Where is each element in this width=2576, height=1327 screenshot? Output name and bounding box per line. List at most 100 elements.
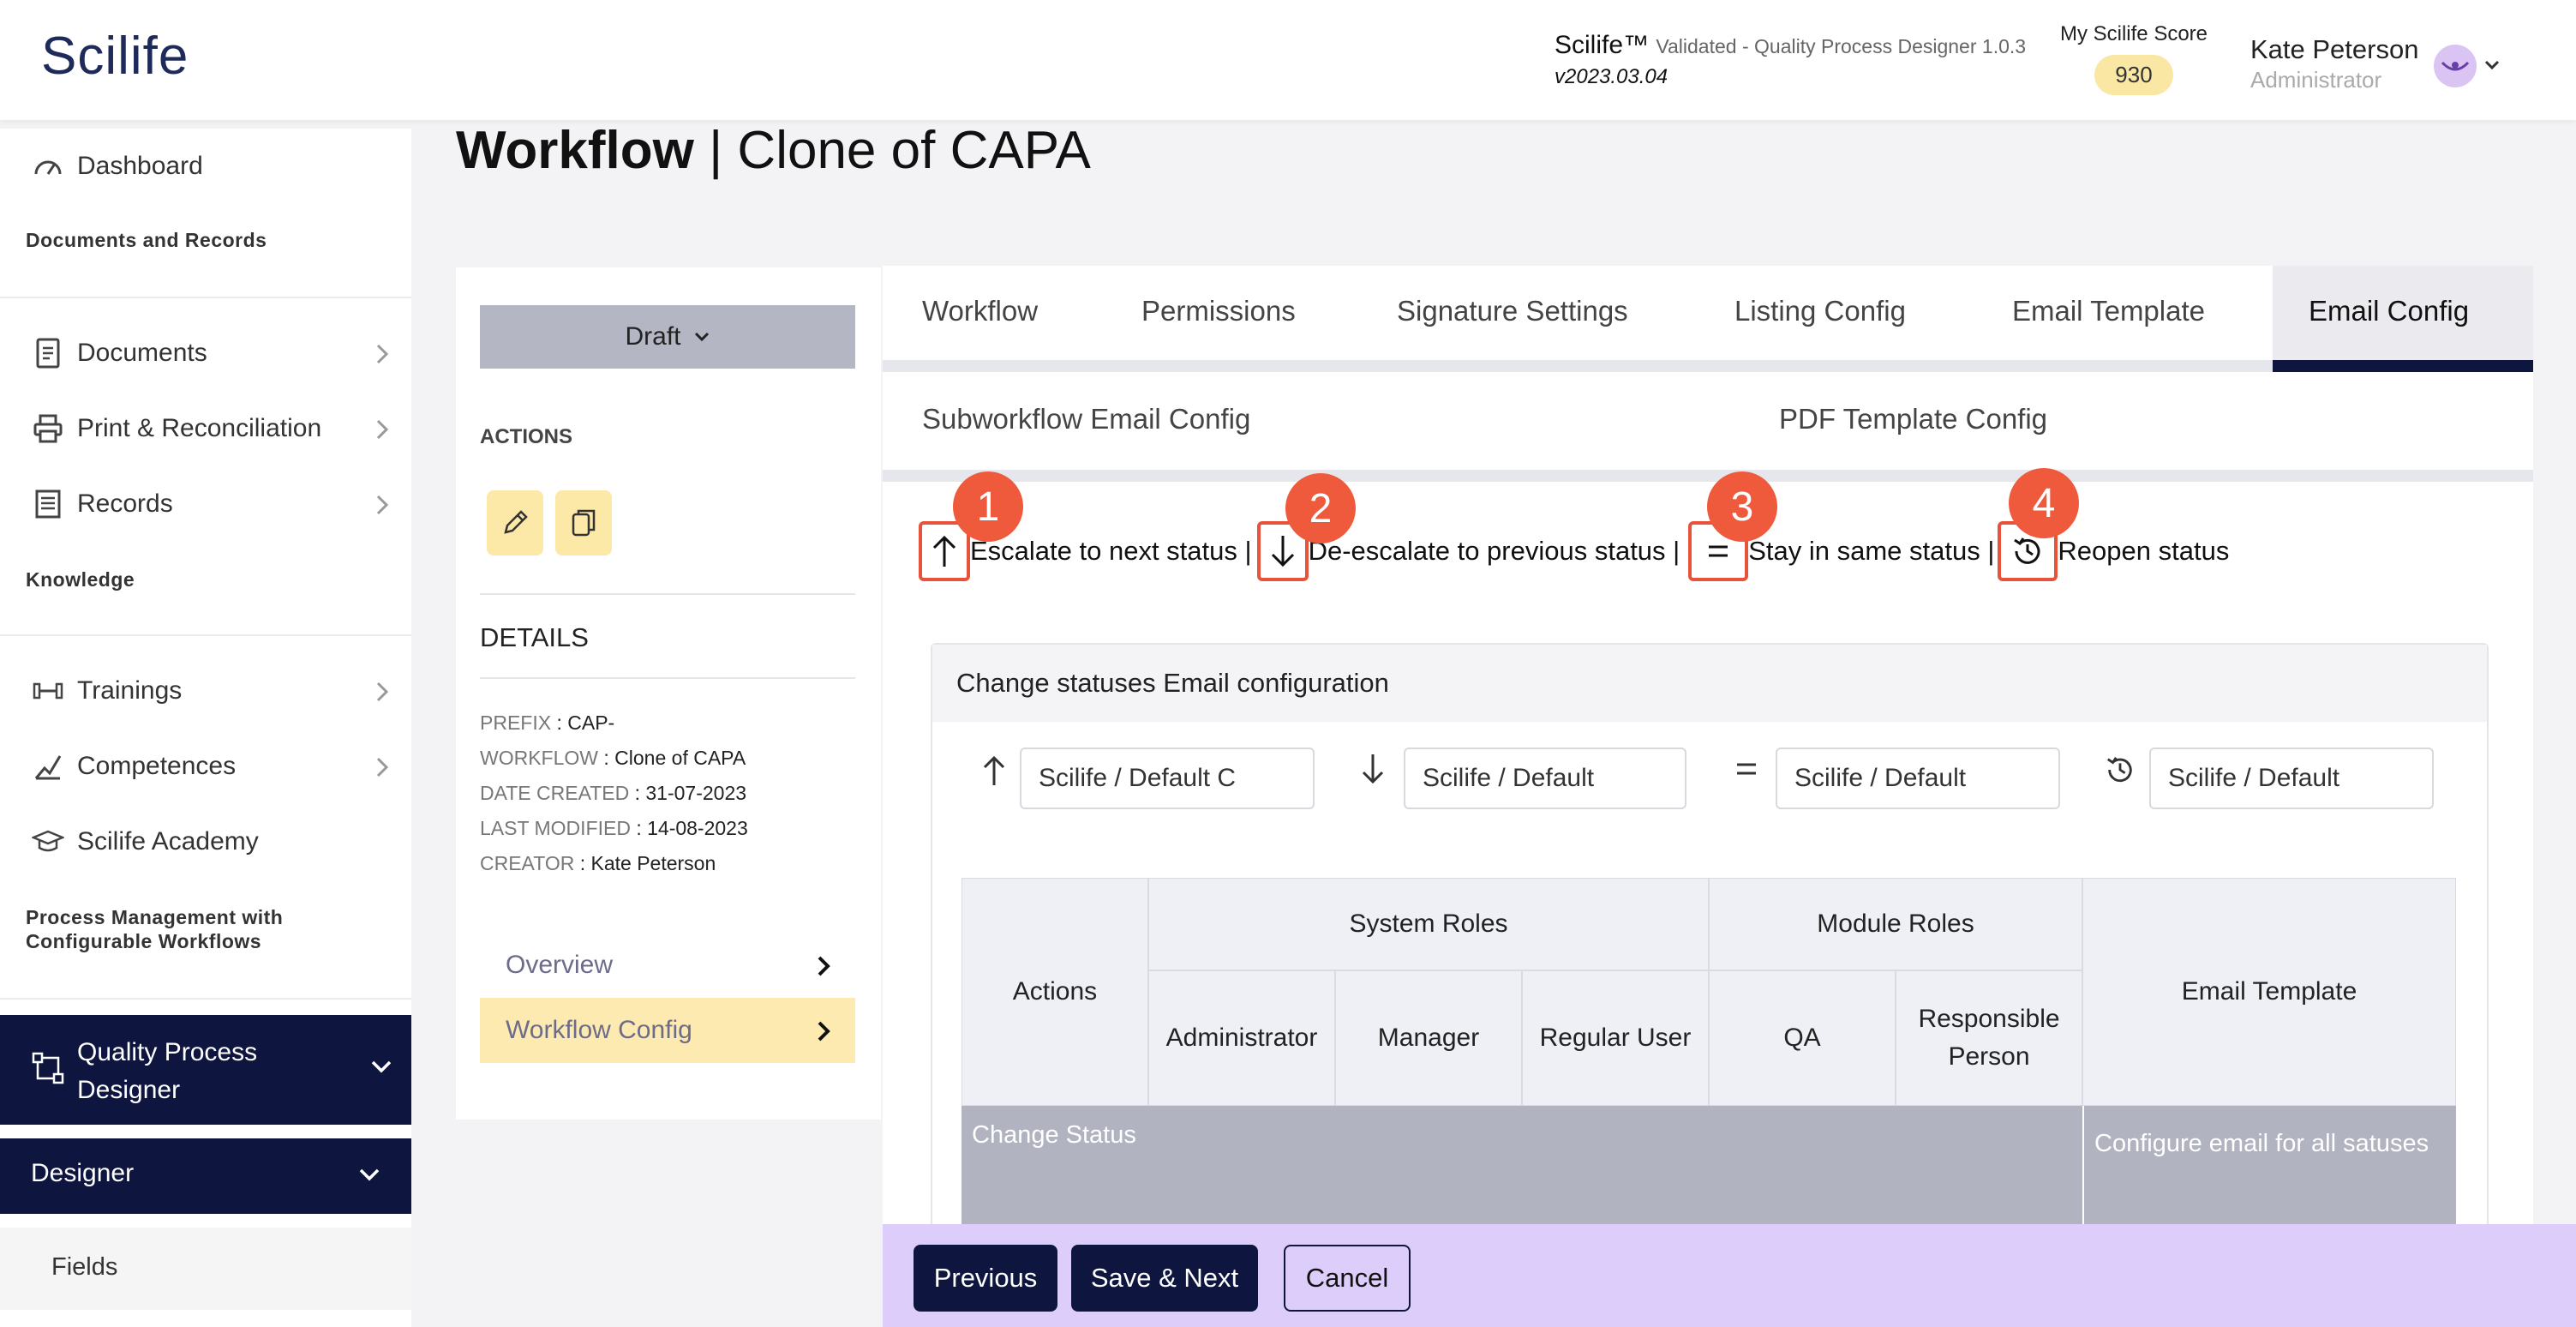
- stay-template-select[interactable]: Scilife / Default: [1776, 748, 2060, 809]
- th-email-template: Email Template: [2082, 878, 2456, 1106]
- user-role: Administrator: [2250, 67, 2382, 93]
- tab-email-config[interactable]: Email Config: [2309, 295, 2469, 327]
- cancel-button[interactable]: Cancel: [1284, 1245, 1411, 1312]
- previous-button[interactable]: Previous: [914, 1245, 1057, 1312]
- reopen-template-select[interactable]: Scilife / Default: [2149, 748, 2434, 809]
- dumbbell-icon: [31, 674, 65, 708]
- divider: [480, 677, 855, 679]
- sidebar-item-academy[interactable]: Scilife Academy: [31, 816, 399, 868]
- chevron-right-icon: [376, 344, 389, 364]
- nav-overview[interactable]: Overview: [480, 933, 855, 998]
- escalate-template-select[interactable]: Scilife / Default C: [1020, 748, 1315, 809]
- legend-stay-label: Stay in same status |: [1748, 536, 1995, 566]
- sidebar-item-print[interactable]: Print & Reconciliation: [31, 403, 399, 454]
- th-administrator: Administrator: [1148, 970, 1335, 1106]
- nav-label: Workflow Config: [506, 1016, 692, 1044]
- sidebar-item-trainings[interactable]: Trainings: [31, 665, 399, 717]
- configure-email-all-statuses[interactable]: Configure email for all satuses: [2082, 1106, 2456, 1224]
- duplicate-button[interactable]: [555, 490, 612, 555]
- chevron-down-icon[interactable]: [2483, 57, 2501, 74]
- tab-permissions[interactable]: Permissions: [1141, 295, 1296, 327]
- sidebar-item-dashboard[interactable]: Dashboard: [31, 141, 399, 192]
- sidebar-item-label: Scilife Academy: [77, 827, 259, 856]
- detail-value: 31-07-2023: [645, 782, 747, 804]
- page-title: Workflow | Clone of CAPA: [456, 120, 1091, 181]
- copy-icon: [572, 509, 596, 537]
- detail-key: CREATOR: [480, 852, 575, 874]
- th-module-roles: Module Roles: [1709, 878, 2082, 970]
- scilife-logo[interactable]: Scilife: [41, 26, 189, 87]
- equals-icon: [1709, 545, 1728, 557]
- chevron-right-icon: [818, 956, 830, 976]
- detail-value: Clone of CAPA: [614, 747, 746, 769]
- sidebar-item-label: Competences: [77, 752, 237, 780]
- pencil-icon: [504, 510, 528, 534]
- status-dropdown[interactable]: Draft: [480, 305, 855, 369]
- detail-key: DATE CREATED: [480, 782, 630, 804]
- arrow-down-icon: [1271, 536, 1294, 567]
- edit-button[interactable]: [487, 490, 543, 555]
- section-knowledge: Knowledge: [26, 568, 135, 591]
- sidebar-item-competences[interactable]: Competences: [31, 741, 399, 792]
- competence-icon: [31, 749, 65, 784]
- step-marker-4: 4: [2009, 468, 2079, 538]
- tab-workflow[interactable]: Workflow: [922, 295, 1038, 327]
- tab-listing-config[interactable]: Listing Config: [1734, 295, 1906, 327]
- sidebar-item-records[interactable]: Records: [31, 478, 399, 530]
- gauge-icon: [31, 149, 65, 183]
- product-name: Scilife™: [1555, 31, 1650, 59]
- divider: [0, 634, 411, 636]
- detail-date-created: DATE CREATED : 31-07-2023: [480, 782, 747, 804]
- user-info[interactable]: Kate Peterson Administrator: [2250, 34, 2418, 93]
- score-label: My Scilife Score: [2059, 22, 2208, 45]
- tab-email-template[interactable]: Email Template: [2012, 295, 2205, 327]
- tab-signature-settings[interactable]: Signature Settings: [1397, 295, 1628, 327]
- sidebar-item-designer[interactable]: Designer: [0, 1138, 411, 1214]
- score-badge: 930: [2094, 55, 2173, 95]
- detail-key: WORKFLOW: [480, 747, 598, 769]
- sidebar-item-label: Print & Reconciliation: [77, 414, 322, 442]
- step-marker-3: 3: [1707, 471, 1777, 542]
- detail-workflow: WORKFLOW : Clone of CAPA: [480, 747, 746, 769]
- subtab-pdf-template-config[interactable]: PDF Template Config: [1779, 403, 2047, 435]
- chevron-down-icon: [694, 332, 709, 342]
- detail-creator: CREATOR : Kate Peterson: [480, 852, 716, 874]
- detail-key: PREFIX: [480, 712, 552, 734]
- subtab-subworkflow-email-config[interactable]: Subworkflow Email Config: [922, 403, 1250, 435]
- chevron-right-icon: [376, 682, 389, 702]
- divider: [0, 998, 411, 1000]
- avatar[interactable]: [2434, 45, 2477, 87]
- step-marker-1: 1: [953, 471, 1023, 542]
- divider: [480, 593, 855, 595]
- sidebar-item-quality-process-designer[interactable]: Quality Process Designer: [0, 1015, 411, 1125]
- detail-prefix: PREFIX : CAP-: [480, 712, 615, 734]
- th-responsible-person: Responsible Person: [1896, 970, 2082, 1106]
- save-next-button[interactable]: Save & Next: [1071, 1245, 1258, 1312]
- sidebar-item-label: Documents: [77, 339, 207, 367]
- email-config-title: Change statuses Email configuration: [932, 645, 2487, 722]
- graduation-cap-icon: [31, 825, 65, 859]
- version-number: v2023.03.04: [1555, 65, 1668, 88]
- deescalate-template-select[interactable]: Scilife / Default: [1404, 748, 1686, 809]
- history-icon: [2014, 537, 2040, 564]
- subtabs-underline: [883, 470, 2533, 482]
- details-label: DETAILS: [480, 622, 589, 652]
- row-change-status: Change Status: [962, 1106, 2082, 1224]
- chevron-right-icon: [818, 1021, 830, 1042]
- product-desc: Validated - Quality Process Designer 1.0…: [1656, 35, 2027, 57]
- th-system-roles: System Roles: [1148, 878, 1709, 970]
- printer-icon: [31, 411, 65, 446]
- page-title-rest: Clone of CAPA: [737, 121, 1091, 180]
- sidebar-item-fields[interactable]: Fields: [0, 1228, 411, 1310]
- th-manager: Manager: [1335, 970, 1522, 1106]
- nav-label: Overview: [506, 951, 614, 979]
- detail-value: 14-08-2023: [647, 817, 748, 839]
- chevron-down-icon: [371, 1060, 392, 1073]
- th-actions: Actions: [962, 878, 1148, 1106]
- sidebar-item-documents[interactable]: Documents: [31, 327, 399, 379]
- sidebar-item-label: Fields: [51, 1253, 118, 1281]
- nav-workflow-config[interactable]: Workflow Config: [480, 998, 855, 1063]
- sidebar-item-dashboard[interactable]: [31, 270, 399, 321]
- chevron-right-icon: [376, 419, 389, 440]
- user-name: Kate Peterson: [2250, 34, 2419, 64]
